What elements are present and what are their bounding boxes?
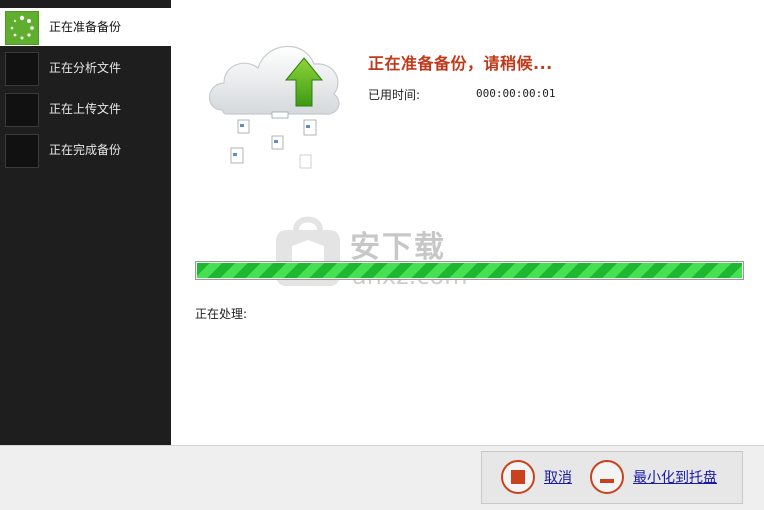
stop-icon: [501, 460, 535, 494]
minimize-to-tray-link[interactable]: 最小化到托盘: [633, 467, 717, 487]
minimize-to-tray-button[interactable]: 最小化到托盘: [590, 459, 717, 495]
progress-bar: [195, 261, 744, 280]
step-status-box: [5, 134, 39, 168]
step-uploading-files: 正在上传文件: [0, 90, 171, 128]
step-label: 正在上传文件: [49, 102, 122, 116]
cloud-upload-icon: [200, 28, 350, 178]
step-label: 正在分析文件: [49, 61, 122, 75]
minimize-icon: [590, 460, 624, 494]
cancel-link[interactable]: 取消: [544, 467, 572, 487]
step-label: 正在完成备份: [49, 143, 122, 157]
watermark-text: 安下载: [350, 230, 446, 265]
page-title: 正在准备备份，请稍候...: [368, 54, 553, 73]
elapsed-time-label: 已用时间:: [368, 88, 421, 102]
step-analyzing-files: 正在分析文件: [0, 49, 171, 87]
steps-sidebar: 正在准备备份 正在分析文件 正在上传文件 正在完成备份: [0, 0, 171, 445]
step-label: 正在准备备份: [49, 20, 122, 34]
elapsed-time-value: 000:00:00:01: [476, 87, 556, 100]
cancel-button[interactable]: 取消: [501, 459, 572, 495]
step-finishing-backup: 正在完成备份: [0, 131, 171, 169]
step-preparing-backup: 正在准备备份: [0, 8, 171, 46]
progress-fill: [197, 263, 742, 278]
step-status-box: [5, 93, 39, 127]
processing-label: 正在处理:: [195, 307, 248, 321]
step-status-box: [5, 52, 39, 86]
spinner-icon: [5, 11, 39, 45]
